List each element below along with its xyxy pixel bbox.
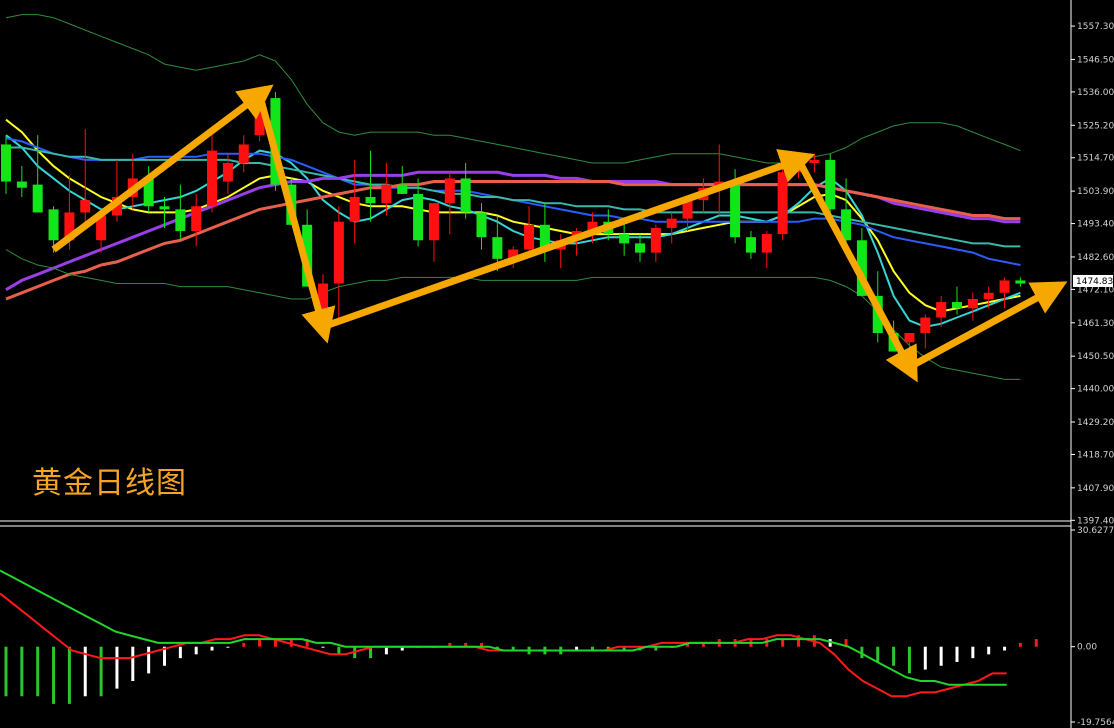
candle-body <box>80 200 91 213</box>
macd-histogram-bar <box>321 646 325 648</box>
macd-histogram-bar <box>258 639 262 647</box>
macd-histogram-bar <box>923 646 927 670</box>
price-tick-label: 1440.00 <box>1077 385 1114 395</box>
candle-body <box>1015 280 1026 284</box>
candle-body <box>222 162 233 182</box>
price-tick-label: 1546.50 <box>1077 55 1114 65</box>
candle-body <box>476 212 487 238</box>
macd-histogram-bar <box>194 646 198 655</box>
candle-body <box>730 181 741 238</box>
gold-daily-chart: 1557.30 1546.50 1536.00 1525.20 1514.70 1503.… <box>0 0 1114 728</box>
candle-body <box>365 196 376 204</box>
candle-body <box>333 221 344 284</box>
candle-body <box>413 193 424 241</box>
macd-histogram-bar <box>384 646 388 655</box>
candle-body <box>32 184 43 213</box>
price-tick-label: 1429.20 <box>1077 418 1114 428</box>
price-tick-label: 1407.90 <box>1077 484 1114 494</box>
candle-body <box>904 332 915 343</box>
candle-body <box>920 317 931 333</box>
candle-body <box>777 172 788 235</box>
candle-body <box>619 234 630 244</box>
candle-body <box>460 178 471 213</box>
price-tick-label: 1397.40 <box>1077 516 1114 526</box>
candle-body <box>349 196 360 222</box>
candle-body <box>666 218 677 228</box>
macd-histogram-bar <box>210 646 214 651</box>
macd-histogram-bar <box>1034 639 1038 647</box>
macd-tick-label: 30.6277 <box>1077 526 1114 536</box>
price-tick-label: 1418.70 <box>1077 450 1114 460</box>
macd-histogram-bar <box>971 646 975 659</box>
price-tick-label: 1514.70 <box>1077 154 1114 164</box>
candle-body <box>761 234 772 253</box>
price-tick-label: 1536.00 <box>1077 88 1114 98</box>
candle-body <box>238 144 249 163</box>
macd-histogram-bar <box>99 646 103 697</box>
price-tick-label: 1503.90 <box>1077 187 1114 197</box>
price-tick-label: 1493.40 <box>1077 220 1114 230</box>
candle-body <box>999 280 1010 293</box>
candle-body <box>952 302 962 309</box>
macd-histogram-bar <box>20 646 24 697</box>
macd-histogram-bar <box>1003 646 1007 651</box>
price-tick-label: 1557.30 <box>1077 22 1114 32</box>
macd-histogram-bar <box>955 646 959 662</box>
candle-body <box>175 209 186 231</box>
candle-body <box>983 292 994 299</box>
candle-body <box>207 150 218 207</box>
macd-histogram-bar <box>892 646 896 666</box>
macd-histogram-bar <box>876 646 880 662</box>
chart-background <box>0 0 1114 728</box>
macd-histogram-bar <box>115 646 119 689</box>
candle-body <box>825 159 836 210</box>
candle-body <box>936 302 947 318</box>
candle-body <box>48 209 59 241</box>
candle-body <box>444 178 455 204</box>
macd-histogram-bar <box>36 646 40 697</box>
candle-body <box>650 227 661 253</box>
macd-histogram-bar <box>131 646 135 682</box>
candle-body <box>492 237 503 259</box>
current-price-label: 1474.83 <box>1076 277 1113 287</box>
candle-body <box>381 184 392 204</box>
macd-tick-label: -19.7564 <box>1077 718 1114 728</box>
candle-body <box>397 184 408 194</box>
candle-body <box>191 206 202 231</box>
macd-histogram-bar <box>226 646 230 648</box>
candle-body <box>809 159 820 163</box>
macd-histogram-bar <box>242 642 246 647</box>
candle-body <box>159 206 170 210</box>
macd-histogram-bar <box>52 646 56 704</box>
candle-body <box>1 144 11 182</box>
candle-body <box>967 298 978 309</box>
macd-histogram-bar <box>907 646 911 674</box>
candle-body <box>635 243 645 253</box>
candle-body <box>428 203 439 241</box>
macd-histogram-bar <box>178 646 182 659</box>
macd-histogram-bar <box>1018 642 1022 647</box>
macd-histogram-bar <box>781 639 785 647</box>
macd-tick-label: 0.00 <box>1077 643 1097 653</box>
price-tick-label: 1461.30 <box>1077 319 1114 329</box>
macd-histogram-bar <box>987 646 991 655</box>
candle-body <box>745 237 756 253</box>
macd-histogram-bar <box>337 646 341 655</box>
price-tick-label: 1482.60 <box>1077 253 1114 263</box>
candle-body <box>16 181 27 188</box>
macd-histogram-bar <box>147 646 151 674</box>
chart-title: 黄金日线图 <box>32 466 187 501</box>
price-tick-label: 1450.50 <box>1077 352 1114 362</box>
candle-body <box>524 224 535 250</box>
macd-histogram-bar <box>4 646 8 697</box>
macd-histogram-bar <box>939 646 943 666</box>
macd-histogram-bar <box>67 646 71 704</box>
price-tick-label: 1525.20 <box>1077 121 1114 131</box>
